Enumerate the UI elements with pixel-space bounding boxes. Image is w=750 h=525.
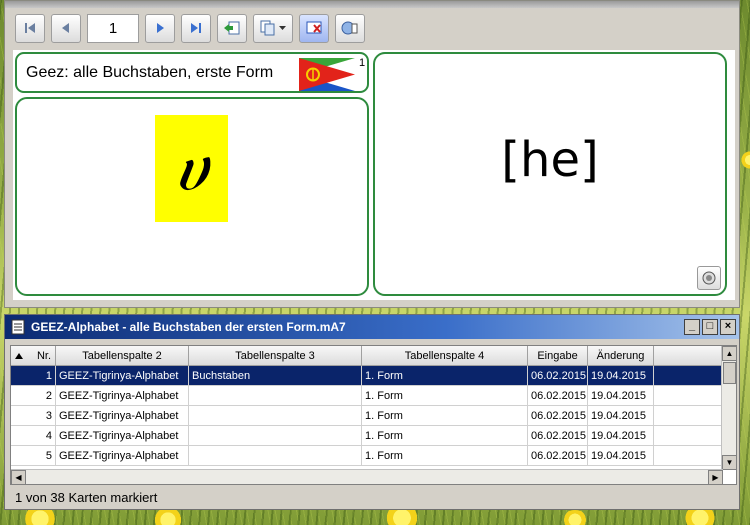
cell-nr: 5: [11, 446, 56, 465]
delete-card-icon: [306, 21, 322, 34]
close-button[interactable]: ×: [720, 319, 736, 335]
cell-col3: [189, 386, 362, 405]
cell-col4: 1. Form: [362, 426, 528, 445]
table-row[interactable]: 3 GEEZ-Tigrinya-Alphabet 1. Form 06.02.2…: [11, 406, 723, 426]
table-row[interactable]: 2 GEEZ-Tigrinya-Alphabet 1. Form 06.02.2…: [11, 386, 723, 406]
previous-page-button[interactable]: [51, 13, 81, 43]
card-title-box: Geez: alle Buchstaben, erste Form 1: [15, 52, 369, 93]
scroll-down-arrow-icon[interactable]: ▼: [722, 455, 736, 470]
sort-ascending-icon: [15, 352, 23, 359]
globe-search-icon: [341, 21, 358, 35]
scroll-left-arrow-icon[interactable]: ◀: [11, 470, 26, 484]
cell-aenderung: 19.04.2015: [588, 366, 654, 385]
column-header-empty: [654, 346, 723, 366]
table-rows: 1 GEEZ-Tigrinya-Alphabet Buchstaben 1. F…: [11, 366, 723, 466]
cell-col4: 1. Form: [362, 406, 528, 425]
back-answer-text: [he]: [501, 132, 599, 188]
web-search-button[interactable]: [335, 13, 365, 43]
cell-aenderung: 19.04.2015: [588, 386, 654, 405]
cell-col2: GEEZ-Tigrinya-Alphabet: [56, 366, 189, 385]
cell-col3: [189, 406, 362, 425]
column-header-nr[interactable]: Nr.: [11, 346, 56, 366]
cell-aenderung: 19.04.2015: [588, 446, 654, 465]
skip-first-icon: [25, 23, 35, 33]
cell-col3: [189, 426, 362, 445]
import-button[interactable]: [217, 13, 247, 43]
table-row[interactable]: 5 GEEZ-Tigrinya-Alphabet 1. Form 06.02.2…: [11, 446, 723, 466]
cell-eingabe: 06.02.2015: [528, 366, 588, 385]
arrow-right-icon: [157, 23, 164, 33]
window-controls: _ □ ×: [684, 319, 736, 335]
column-header-col4[interactable]: Tabellenspalte 4: [362, 346, 528, 366]
card-back-side[interactable]: [he]: [373, 52, 727, 296]
column-header-aenderung[interactable]: Änderung: [588, 346, 654, 366]
vertical-scrollbar[interactable]: ▲ ▼: [721, 346, 736, 470]
copy-icon: [260, 20, 275, 36]
cell-aenderung: 19.04.2015: [588, 426, 654, 445]
card-front-side[interactable]: ሀ: [15, 97, 369, 296]
cell-col4: 1. Form: [362, 446, 528, 465]
card-area: Geez: alle Buchstaben, erste Form 1 ሀ [h…: [13, 50, 735, 300]
skip-last-icon: [191, 23, 201, 33]
chevron-down-icon: [279, 26, 286, 30]
next-page-button[interactable]: [145, 13, 175, 43]
cell-nr: 3: [11, 406, 56, 425]
maximize-button[interactable]: □: [702, 319, 718, 335]
status-text: 1 von 38 Karten markiert: [15, 490, 158, 505]
card-window-titlebar: [5, 1, 739, 8]
cell-col4: 1. Form: [362, 386, 528, 405]
toolbar: 1: [15, 13, 365, 43]
cell-col2: GEEZ-Tigrinya-Alphabet: [56, 446, 189, 465]
table-row[interactable]: 4 GEEZ-Tigrinya-Alphabet 1. Form 06.02.2…: [11, 426, 723, 446]
cell-col3: Buchstaben: [189, 366, 362, 385]
scroll-right-arrow-icon[interactable]: ▶: [708, 470, 723, 484]
copy-dropdown-button[interactable]: [253, 13, 293, 43]
cell-nr: 2: [11, 386, 56, 405]
glyph-highlight: ሀ: [155, 115, 228, 222]
cell-col2: GEEZ-Tigrinya-Alphabet: [56, 426, 189, 445]
cell-eingabe: 06.02.2015: [528, 426, 588, 445]
speaker-icon: [702, 271, 716, 285]
cell-col4: 1. Form: [362, 366, 528, 385]
cell-eingabe: 06.02.2015: [528, 406, 588, 425]
card-title: Geez: alle Buchstaben, erste Form: [26, 64, 274, 81]
document-icon: [11, 319, 25, 335]
delete-card-button[interactable]: [299, 13, 329, 43]
column-header-eingabe[interactable]: Eingabe: [528, 346, 588, 366]
column-header-col3[interactable]: Tabellenspalte 3: [189, 346, 362, 366]
cell-eingabe: 06.02.2015: [528, 446, 588, 465]
card-window: 1 Geez: alle Buchstaben, erste Form 1 ሀ …: [4, 0, 740, 308]
cell-eingabe: 06.02.2015: [528, 386, 588, 405]
list-window-titlebar[interactable]: GEEZ-Alphabet - alle Buchstaben der erst…: [5, 315, 739, 339]
page-number-input[interactable]: 1: [87, 13, 139, 43]
last-page-button[interactable]: [181, 13, 211, 43]
scroll-up-arrow-icon[interactable]: ▲: [722, 346, 736, 361]
column-header-col2[interactable]: Tabellenspalte 2: [56, 346, 189, 366]
cell-col2: GEEZ-Tigrinya-Alphabet: [56, 386, 189, 405]
list-window-title: GEEZ-Alphabet - alle Buchstaben der erst…: [31, 320, 346, 334]
cell-nr: 1: [11, 366, 56, 385]
cell-col2: GEEZ-Tigrinya-Alphabet: [56, 406, 189, 425]
card-table: Nr. Tabellenspalte 2 Tabellenspalte 3 Ta…: [10, 345, 737, 485]
card-list-window: GEEZ-Alphabet - alle Buchstaben der erst…: [4, 314, 740, 510]
cell-aenderung: 19.04.2015: [588, 406, 654, 425]
cell-nr: 4: [11, 426, 56, 445]
minimize-button[interactable]: _: [684, 319, 700, 335]
arrow-left-icon: [62, 23, 69, 33]
table-header: Nr. Tabellenspalte 2 Tabellenspalte 3 Ta…: [11, 346, 723, 366]
flag-count-badge: 1: [359, 57, 366, 69]
table-row[interactable]: 1 GEEZ-Tigrinya-Alphabet Buchstaben 1. F…: [11, 366, 723, 386]
import-icon: [224, 21, 240, 35]
eritrea-flag-icon: [299, 58, 355, 91]
front-glyph: ሀ: [175, 131, 208, 205]
cell-col3: [189, 446, 362, 465]
scroll-thumb[interactable]: [723, 362, 736, 384]
first-page-button[interactable]: [15, 13, 45, 43]
horizontal-scrollbar[interactable]: ◀ ▶: [11, 469, 723, 484]
play-sound-button[interactable]: [697, 266, 721, 290]
